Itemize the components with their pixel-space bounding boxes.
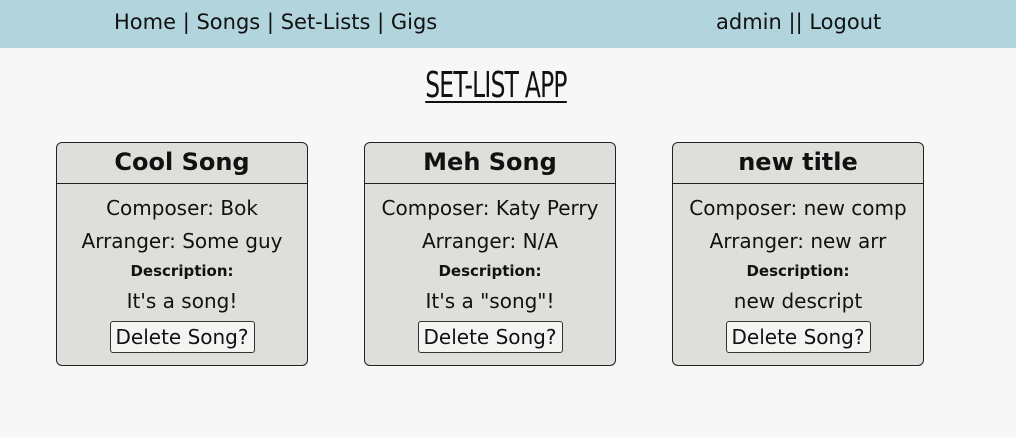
- app-title: SET-LIST APP: [425, 65, 567, 106]
- song-title: Cool Song: [57, 143, 307, 184]
- song-card: Cool Song Composer: Bok Arranger: Some g…: [56, 142, 308, 366]
- song-arranger: Arranger: new arr: [709, 229, 887, 253]
- song-description-label: Description:: [130, 262, 234, 280]
- nav-separator: |: [266, 10, 274, 34]
- song-description: new descript: [733, 289, 863, 313]
- song-arranger: Arranger: N/A: [421, 229, 559, 253]
- song-card: Meh Song Composer: Katy Perry Arranger: …: [364, 142, 616, 366]
- user-nav-separator: ||: [788, 10, 803, 34]
- top-nav-bar: Home | Songs | Set-Lists | Gigs admin ||…: [0, 0, 1016, 48]
- song-title: new title: [673, 143, 923, 184]
- song-description-label: Description:: [438, 262, 542, 280]
- delete-song-button[interactable]: Delete Song?: [417, 321, 563, 353]
- user-nav: admin || Logout: [716, 9, 881, 35]
- delete-song-button[interactable]: Delete Song?: [725, 321, 871, 353]
- song-arranger: Arranger: Some guy: [81, 229, 283, 253]
- song-description: It's a "song"!: [425, 289, 555, 313]
- song-description: It's a song!: [126, 289, 238, 313]
- song-card: new title Composer: new comp Arranger: n…: [672, 142, 924, 366]
- delete-song-button[interactable]: Delete Song?: [109, 321, 255, 353]
- song-title: Meh Song: [365, 143, 615, 184]
- main-nav: Home | Songs | Set-Lists | Gigs: [114, 9, 437, 35]
- nav-songs-link[interactable]: Songs: [196, 10, 260, 34]
- nav-separator: |: [182, 10, 190, 34]
- nav-home-link[interactable]: Home: [114, 10, 176, 34]
- nav-separator: |: [377, 10, 385, 34]
- song-composer: Composer: new comp: [689, 196, 907, 220]
- nav-username-link[interactable]: admin: [716, 10, 782, 34]
- nav-gigs-link[interactable]: Gigs: [391, 10, 437, 34]
- song-description-label: Description:: [746, 262, 850, 280]
- song-composer: Composer: Katy Perry: [381, 196, 599, 220]
- nav-logout-link[interactable]: Logout: [809, 10, 881, 34]
- nav-setlists-link[interactable]: Set-Lists: [281, 10, 371, 34]
- song-composer: Composer: Bok: [106, 196, 258, 220]
